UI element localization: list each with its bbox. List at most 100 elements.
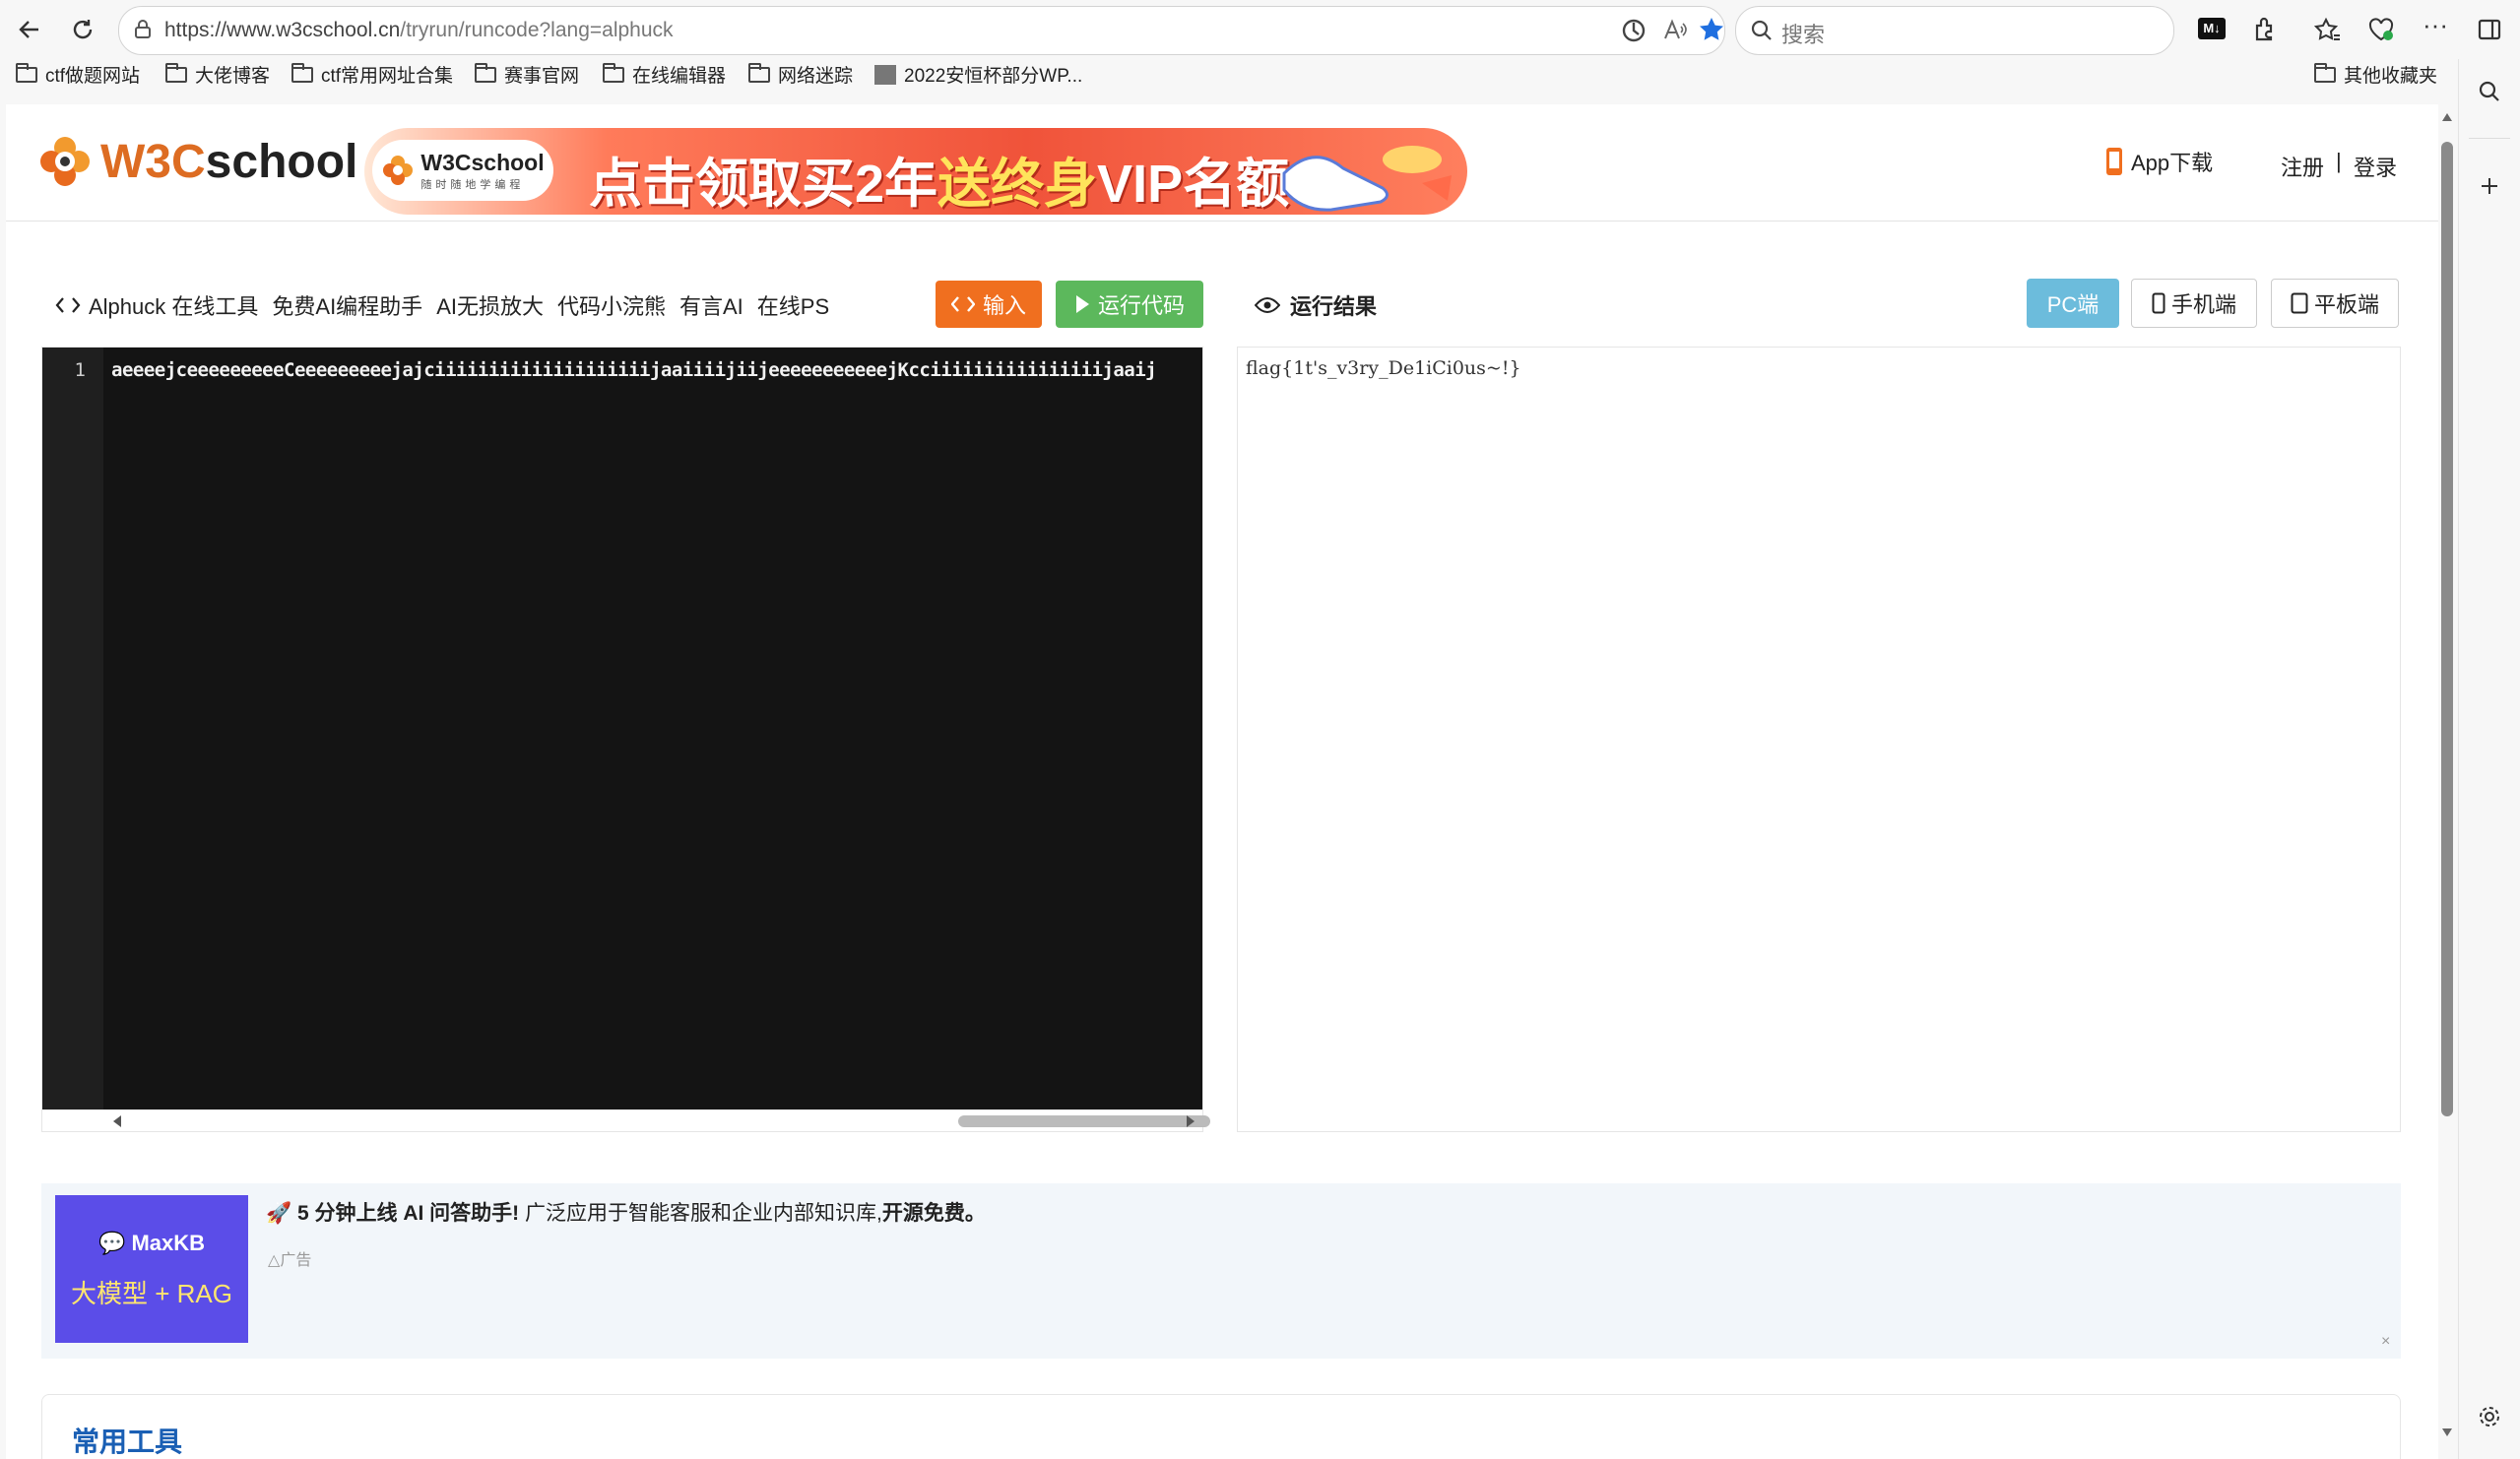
phone-icon xyxy=(2106,148,2122,175)
tool-title-label: Alphuck 在线工具 xyxy=(89,294,259,319)
folder-icon xyxy=(748,62,770,83)
search-icon xyxy=(1751,20,1772,40)
input-button[interactable]: 输入 xyxy=(936,281,1042,328)
pc-view-button[interactable]: PC端 xyxy=(2027,279,2119,328)
common-tools-title: 常用工具 xyxy=(72,1427,183,1457)
bookmark-ctf-sites[interactable]: ctf做题网站 xyxy=(16,61,140,88)
code-brackets-icon xyxy=(55,297,81,313)
ad-headline[interactable]: 🚀 5 分钟上线 AI 问答助手! 广泛应用于智能客服和企业内部知识库,开源免费… xyxy=(266,1197,986,1227)
bookmark-label: ctf做题网站 xyxy=(45,66,141,87)
scroll-up-icon[interactable] xyxy=(2441,112,2453,122)
ad-label: △广告 xyxy=(268,1246,311,1270)
banner-text-part3: VIP名额 xyxy=(1097,155,1290,214)
search-input[interactable]: 搜索 xyxy=(1735,6,2174,55)
tool-title: Alphuck 在线工具 xyxy=(55,289,258,321)
scroll-left-icon[interactable] xyxy=(111,1114,123,1128)
ad-headline-tail: 开源免费。 xyxy=(881,1202,986,1225)
code-line[interactable]: aeeeejceeeeeeeeeCeeeeeeeeejajciiiiiiiiii… xyxy=(111,359,1157,381)
extensions-icon[interactable] xyxy=(2251,16,2279,43)
run-code-label: 运行代码 xyxy=(1097,293,1185,318)
pointing-hand-icon xyxy=(1282,146,1452,212)
banner-headline: 点击领取买2年送终身VIP名额 xyxy=(589,140,1289,215)
sidebar-search-icon[interactable] xyxy=(2477,79,2502,104)
ad-headline-bold: 5 分钟上线 AI 问答助手! xyxy=(297,1202,520,1225)
app-download-link[interactable]: App下载 xyxy=(2105,146,2213,177)
code-editor[interactable]: 1 aeeeejceeeeeeeeeCeeeeeeeeejajciiiiiiii… xyxy=(42,348,1202,1110)
page-vertical-scrollbar[interactable] xyxy=(2438,104,2456,1459)
link-online-ps[interactable]: 在线PS xyxy=(757,289,829,321)
link-youyan-ai[interactable]: 有言AI xyxy=(679,289,743,321)
ad-banner[interactable]: 💬 MaxKB 大模型 + RAG 🚀 5 分钟上线 AI 问答助手! 广泛应用… xyxy=(41,1183,2401,1359)
bookmark-label: 在线编辑器 xyxy=(632,66,727,87)
favorite-star-icon[interactable] xyxy=(1697,15,1726,44)
ad-close-button[interactable]: × xyxy=(2381,1333,2390,1351)
maxkb-name: MaxKB xyxy=(131,1231,206,1255)
site-header: W3Cschool W3Cschool 随时随地学编程 点击领取买2年送终身VI… xyxy=(6,104,2438,222)
refresh-icon[interactable] xyxy=(63,10,102,49)
result-panel: flag{1t's_v3ry_De1iCi0us~!} xyxy=(1237,347,2401,1132)
folder-icon xyxy=(475,62,496,83)
bookmark-other[interactable]: 其他收藏夹 xyxy=(2314,61,2437,88)
line-number: 1 xyxy=(74,359,86,381)
add-icon[interactable] xyxy=(2479,175,2500,197)
login-link[interactable]: 登录 xyxy=(2354,151,2397,182)
markdown-extension-icon[interactable]: M↓ xyxy=(2198,18,2226,39)
scrollbar-thumb[interactable] xyxy=(2441,142,2453,1116)
link-ai-coding-assistant[interactable]: 免费AI编程助手 xyxy=(272,289,422,321)
nav-separator: | xyxy=(2336,149,2342,173)
play-icon xyxy=(1075,295,1089,313)
bookmark-online-editors[interactable]: 在线编辑器 xyxy=(603,61,726,88)
browser-sidebar xyxy=(2458,59,2520,1459)
bookmark-events[interactable]: 赛事官网 xyxy=(475,61,579,88)
page-favicon-icon xyxy=(874,64,896,85)
phone-view-button[interactable]: 手机端 xyxy=(2131,279,2257,328)
w3cschool-logo[interactable]: W3Cschool xyxy=(37,134,357,189)
favorites-icon[interactable] xyxy=(2314,16,2342,43)
back-icon[interactable] xyxy=(10,10,49,49)
read-aloud-icon[interactable] xyxy=(1661,17,1689,44)
vip-promo-banner[interactable]: W3Cschool 随时随地学编程 点击领取买2年送终身VIP名额 xyxy=(364,128,1467,215)
code-editor-container: 1 aeeeejceeeeeeeeeCeeeeeeeeejajciiiiiiii… xyxy=(41,347,1210,1132)
bookmarks-bar: ctf做题网站 大佬博客 ctf常用网址合集 赛事官网 在线编辑器 网络迷踪 2… xyxy=(0,61,2472,96)
address-bar[interactable]: https://www.w3cschool.cn/tryrun/runcode?… xyxy=(118,6,1725,55)
link-ai-upscale[interactable]: AI无损放大 xyxy=(436,289,544,321)
bookmark-osint[interactable]: 网络迷踪 xyxy=(748,61,853,88)
maxkb-tagline: 大模型 + RAG xyxy=(71,1279,232,1308)
link-code-raccoon[interactable]: 代码小浣熊 xyxy=(557,289,666,321)
browser-essentials-icon[interactable] xyxy=(2367,16,2395,43)
maxkb-title: 💬 MaxKB xyxy=(55,1231,248,1256)
rocket-icon: 🚀 xyxy=(266,1202,292,1225)
scroll-down-icon[interactable] xyxy=(2441,1427,2453,1437)
sidebar-toggle-icon[interactable] xyxy=(2476,16,2503,43)
run-code-button[interactable]: 运行代码 xyxy=(1056,281,1203,328)
bookmark-blogs[interactable]: 大佬博客 xyxy=(165,61,270,88)
scroll-right-icon[interactable] xyxy=(1185,1114,1196,1128)
folder-icon xyxy=(2314,62,2336,83)
lock-icon[interactable] xyxy=(133,20,153,39)
bookmark-label: 赛事官网 xyxy=(504,66,580,87)
bookmark-label: 网络迷踪 xyxy=(778,66,854,87)
bookmark-label: 大佬博客 xyxy=(195,66,271,87)
translate-icon[interactable] xyxy=(1620,17,1648,44)
bookmark-label: 2022安恒杯部分WP... xyxy=(904,66,1083,87)
tablet-view-button[interactable]: 平板端 xyxy=(2271,279,2399,328)
register-link[interactable]: 注册 xyxy=(2281,151,2324,182)
url-text: https://www.w3cschool.cn/tryrun/runcode?… xyxy=(164,19,674,42)
editor-horizontal-scrollbar[interactable] xyxy=(103,1110,1210,1131)
scrollbar-thumb[interactable] xyxy=(958,1115,1210,1127)
ad-headline-text: 广泛应用于智能客服和企业内部知识库, xyxy=(525,1202,882,1225)
common-tools-card: 常用工具 xyxy=(41,1394,2401,1459)
ad-label-text: 广告 xyxy=(280,1252,312,1269)
browser-toolbar: https://www.w3cschool.cn/tryrun/runcode?… xyxy=(0,0,2520,59)
bookmark-ctf-urls[interactable]: ctf常用网址合集 xyxy=(291,61,453,88)
bookmark-label: ctf常用网址合集 xyxy=(321,66,454,87)
more-menu-icon[interactable]: ··· xyxy=(2423,10,2448,40)
settings-gear-icon[interactable] xyxy=(2477,1404,2502,1429)
banner-logo-icon xyxy=(383,156,414,185)
tablet-view-label: 平板端 xyxy=(2313,292,2379,317)
bookmark-wp[interactable]: 2022安恒杯部分WP... xyxy=(874,61,1082,88)
maxkb-ad-image[interactable]: 💬 MaxKB 大模型 + RAG xyxy=(55,1195,248,1343)
result-title-label: 运行结果 xyxy=(1290,294,1378,319)
chat-bubble-icon: 💬 xyxy=(97,1231,126,1255)
sidebar-divider xyxy=(2469,138,2510,139)
